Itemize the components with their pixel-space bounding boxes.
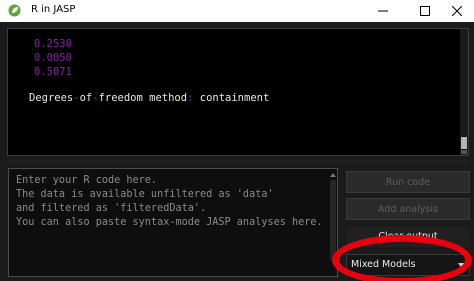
close-button[interactable] <box>440 0 474 22</box>
editor-scrollbar[interactable] <box>329 169 337 276</box>
close-icon <box>452 6 462 16</box>
minimize-icon <box>378 10 388 12</box>
title-bar: R in JASP <box>0 0 474 22</box>
output-scrollbar-thumb[interactable] <box>461 137 467 149</box>
placeholder-line: Enter your R code here. <box>16 175 158 186</box>
pane-splitter[interactable] <box>7 160 469 164</box>
output-value: 0.2530 <box>34 38 72 50</box>
editor-scrollbar-track[interactable] <box>330 180 336 260</box>
add-analysis-button[interactable]: Add analysis <box>346 198 470 220</box>
window-title: R in JASP <box>31 4 76 15</box>
run-code-button[interactable]: Run code <box>346 171 470 193</box>
df-text: containment <box>193 92 270 104</box>
output-scrollbar[interactable] <box>460 29 468 155</box>
output-value: 0.5071 <box>34 66 72 78</box>
maximize-icon <box>420 6 430 16</box>
df-text: Degrees <box>29 92 74 104</box>
df-text: of <box>79 92 93 104</box>
module-select[interactable]: Mixed Models <box>346 254 470 276</box>
maximize-button[interactable] <box>408 0 442 22</box>
clear-output-button[interactable]: Clear output <box>346 227 470 247</box>
chevron-down-icon <box>458 263 466 269</box>
df-method-line: Degrees-of-freedom method: containment <box>29 92 269 105</box>
placeholder-line: and filtered as 'filteredData'. <box>16 203 207 214</box>
output-console[interactable]: 0.2530 0.0050 0.5071 Degrees-of-freedom … <box>7 28 469 156</box>
module-select-value: Mixed Models <box>351 259 416 270</box>
editor-placeholder: Enter your R code here. The data is avail… <box>16 174 323 230</box>
df-text: freedom method <box>98 92 188 104</box>
scroll-up-arrow-icon[interactable] <box>330 173 336 177</box>
r-code-editor[interactable]: Enter your R code here. The data is avail… <box>8 168 338 277</box>
placeholder-line: The data is available unfiltered as 'dat… <box>16 189 274 200</box>
scroll-down-arrow-icon[interactable] <box>461 150 467 154</box>
jasp-leaf-icon <box>8 4 21 17</box>
minimize-button[interactable] <box>366 0 400 22</box>
output-value: 0.0050 <box>34 52 72 64</box>
placeholder-line: You can also paste syntax-mode JASP anal… <box>16 217 323 228</box>
